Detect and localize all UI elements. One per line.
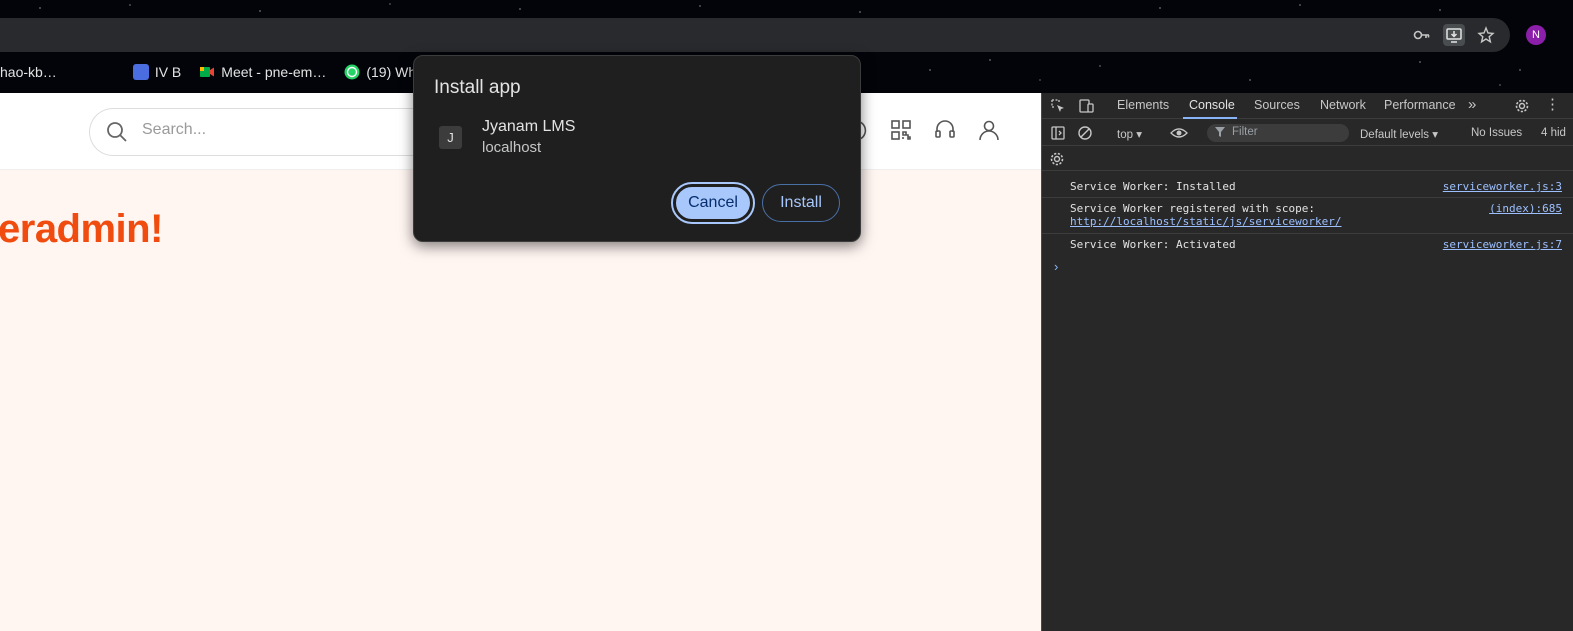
tab-console[interactable]: Console <box>1189 98 1235 112</box>
console-toolbar: top ▾ Filter Default levels ▾ No Issues … <box>1042 120 1573 146</box>
context-label: top <box>1117 129 1133 141</box>
bookmark-label: Meet - pne-em… <box>221 64 327 80</box>
filter-input[interactable]: Filter <box>1207 124 1349 142</box>
bookmark-star-icon[interactable] <box>1477 26 1495 44</box>
console-message: Service Worker: Installed serviceworker.… <box>1042 176 1573 198</box>
app-name: Jyanam LMS <box>482 118 576 135</box>
contacts-icon <box>132 64 149 80</box>
filter-placeholder: Filter <box>1232 126 1258 138</box>
inspect-element-icon[interactable] <box>1050 98 1066 117</box>
install-app-dialog: Install app J Jyanam LMS localhost Cance… <box>413 55 861 242</box>
log-levels-label: Default levels <box>1360 129 1430 141</box>
qr-code-icon[interactable] <box>889 118 913 142</box>
log-text: Service Worker: Activated <box>1070 238 1236 251</box>
install-button[interactable]: Install <box>762 184 840 222</box>
meet-icon <box>199 64 215 80</box>
more-options-icon[interactable]: ⋮ <box>1545 97 1560 113</box>
hidden-count: 4 hid <box>1541 127 1566 139</box>
search-input[interactable] <box>142 121 402 139</box>
address-bar[interactable] <box>0 18 1510 52</box>
search-bar[interactable] <box>89 108 449 156</box>
scope-url-link[interactable]: http://localhost/static/js/serviceworker… <box>1070 215 1342 228</box>
bookmark-item[interactable]: IV B <box>132 64 182 80</box>
eye-icon[interactable] <box>1170 125 1188 144</box>
console-settings-row <box>1042 147 1573 171</box>
tab-network[interactable]: Network <box>1320 98 1366 112</box>
active-tab-indicator <box>1183 117 1237 119</box>
clear-console-icon[interactable] <box>1077 125 1093 144</box>
dialog-title: Install app <box>434 77 521 98</box>
console-message: Service Worker: Activated serviceworker.… <box>1042 234 1573 255</box>
app-icon: J <box>439 126 462 149</box>
user-icon[interactable] <box>977 118 1001 142</box>
sidebar-toggle-icon[interactable] <box>1050 125 1066 144</box>
bookmarks-bar: hao-kb… IV B Meet - pne-em… (19) WhatsAp… <box>0 60 478 84</box>
log-text-block: Service Worker registered with scope: ht… <box>1070 202 1342 228</box>
browser-window: N hao-kb… IV B Meet - pne-em… (19) Whats… <box>0 0 1573 631</box>
bookmark-item[interactable]: hao-kb… <box>0 64 57 80</box>
filter-funnel-icon <box>1215 127 1225 141</box>
log-source-link[interactable]: serviceworker.js:3 <box>1443 180 1562 193</box>
log-levels-dropdown[interactable]: Default levels ▾ <box>1360 127 1438 141</box>
devtools-tabbar: Elements Console Sources Network Perform… <box>1042 93 1573 119</box>
cancel-button[interactable]: Cancel <box>671 182 755 224</box>
welcome-heading: eradmin! <box>0 207 163 251</box>
log-source-link[interactable]: (index):685 <box>1489 202 1562 215</box>
tab-sources[interactable]: Sources <box>1254 98 1300 112</box>
app-host: localhost <box>482 139 542 156</box>
console-prompt[interactable]: › <box>1054 259 1058 274</box>
password-key-icon[interactable] <box>1413 26 1431 44</box>
console-settings-icon[interactable] <box>1049 151 1065 170</box>
bookmark-label: hao-kb… <box>0 64 57 80</box>
bookmark-item[interactable]: Meet - pne-em… <box>199 64 326 80</box>
more-tabs-icon[interactable]: » <box>1468 97 1476 113</box>
device-toolbar-icon[interactable] <box>1078 98 1094 117</box>
context-selector[interactable]: top ▾ <box>1117 127 1142 141</box>
console-message: Service Worker registered with scope: ht… <box>1042 198 1573 234</box>
tab-performance[interactable]: Performance <box>1384 98 1456 112</box>
log-text: Service Worker registered with scope: <box>1070 202 1316 215</box>
search-icon <box>106 121 128 143</box>
whatsapp-icon <box>344 64 360 80</box>
issues-counter[interactable]: No Issues <box>1471 127 1522 139</box>
log-text: Service Worker: Installed <box>1070 180 1236 193</box>
bookmark-label: IV B <box>154 64 182 80</box>
install-app-icon[interactable] <box>1443 24 1465 46</box>
settings-gear-icon[interactable] <box>1514 98 1530 117</box>
tab-elements[interactable]: Elements <box>1117 98 1169 112</box>
log-source-link[interactable]: serviceworker.js:7 <box>1443 238 1562 251</box>
devtools-panel: Elements Console Sources Network Perform… <box>1041 93 1573 631</box>
profile-avatar[interactable]: N <box>1526 25 1546 45</box>
headset-icon[interactable] <box>933 118 957 142</box>
